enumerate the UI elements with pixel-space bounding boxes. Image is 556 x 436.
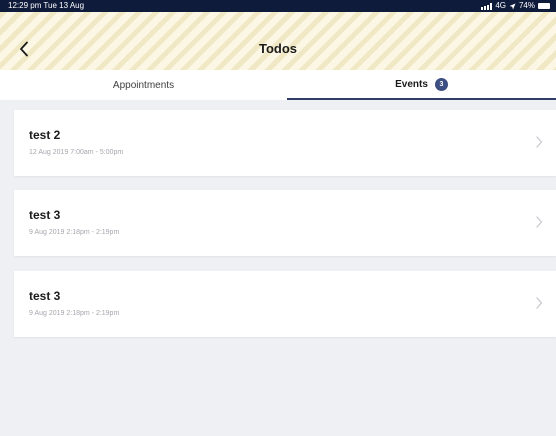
chevron-right-icon xyxy=(536,216,543,228)
tab-appointments-label: Appointments xyxy=(112,79,175,91)
event-card[interactable]: test 2 12 Aug 2019 7:00am - 5:00pm xyxy=(14,110,556,176)
tab-events[interactable]: Events 3 xyxy=(287,70,556,100)
event-title: test 3 xyxy=(29,208,61,222)
tab-events-label: Events xyxy=(395,78,428,90)
events-list: test 2 12 Aug 2019 7:00am - 5:00pm test … xyxy=(0,100,556,436)
page-title: Todos xyxy=(258,41,298,56)
tab-bar: Appointments Events 3 xyxy=(0,70,556,100)
status-indicators: 4G 74% xyxy=(481,0,550,12)
event-datetime: 9 Aug 2019 2:18pm - 2:19pm xyxy=(29,310,120,317)
status-bar: 12:29 pm Tue 13 Aug 4G 74% xyxy=(0,0,556,12)
signal-icon xyxy=(481,2,493,10)
header: Todos xyxy=(0,12,556,70)
network-label: 4G xyxy=(495,1,506,10)
location-icon xyxy=(509,3,516,9)
status-time: 12:29 pm Tue 13 Aug xyxy=(8,1,85,10)
event-datetime: 12 Aug 2019 7:00am - 5:00pm xyxy=(29,149,124,156)
chevron-right-icon xyxy=(536,297,543,309)
battery-icon xyxy=(538,3,550,9)
event-title: test 2 xyxy=(29,128,61,142)
chevron-right-icon xyxy=(536,136,543,148)
event-title: test 3 xyxy=(29,289,61,303)
battery-percent: 74% xyxy=(518,1,535,10)
events-count-badge: 3 xyxy=(434,77,448,91)
event-card[interactable]: test 3 9 Aug 2019 2:18pm - 2:19pm xyxy=(14,271,556,337)
event-card[interactable]: test 3 9 Aug 2019 2:18pm - 2:19pm xyxy=(14,190,556,256)
tab-appointments[interactable]: Appointments xyxy=(0,70,287,100)
event-datetime: 9 Aug 2019 2:18pm - 2:19pm xyxy=(29,229,120,236)
